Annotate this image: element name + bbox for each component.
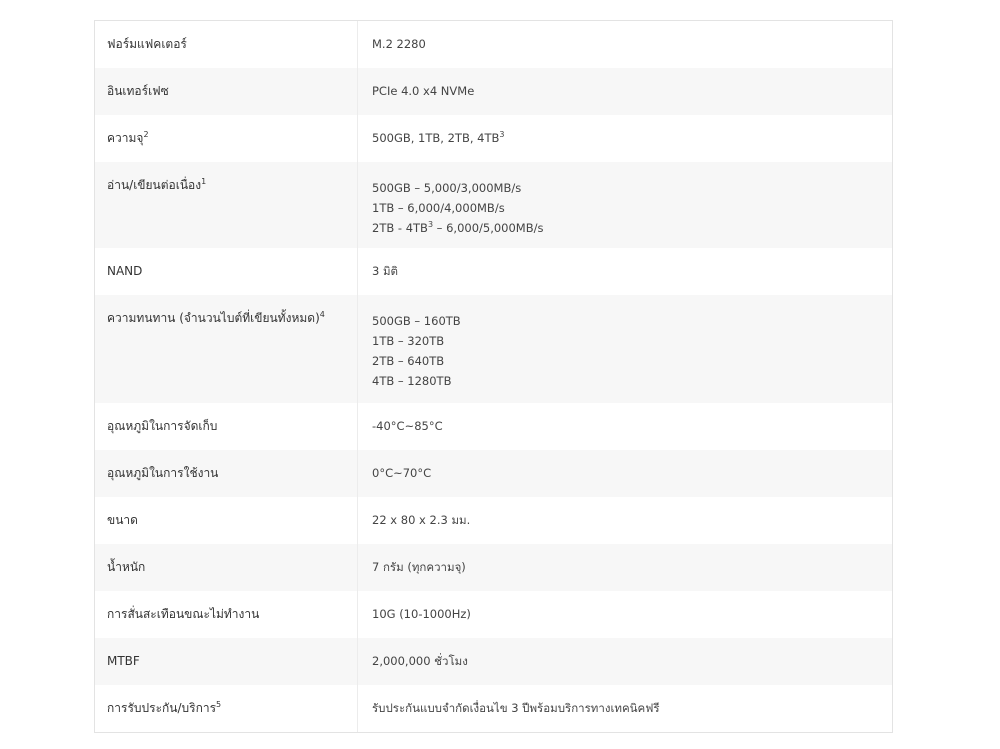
spec-label: อุณหภูมิในการจัดเก็บ bbox=[95, 403, 358, 450]
spec-value-text: 7 กรัม (ทุกความจุ) bbox=[372, 560, 466, 574]
spec-row: ความทนทาน (จำนวนไบต์ที่เขียนทั้งหมด)4 500… bbox=[95, 295, 892, 403]
spec-value: 2,000,000 ชั่วโมง bbox=[358, 638, 892, 685]
spec-value-text: – 6,000/5,000MB/s bbox=[433, 221, 544, 235]
spec-label: ขนาด bbox=[95, 497, 358, 544]
spec-label: น้ำหนัก bbox=[95, 544, 358, 591]
spec-label: NAND bbox=[95, 248, 358, 295]
spec-label-text: ความทนทาน (จำนวนไบต์ที่เขียนทั้งหมด) bbox=[107, 311, 320, 325]
spec-value: 500GB, 1TB, 2TB, 4TB3 bbox=[358, 115, 892, 162]
spec-label: อินเทอร์เฟซ bbox=[95, 68, 358, 115]
spec-value-text: 2TB - 4TB bbox=[372, 221, 428, 235]
spec-label-text: น้ำหนัก bbox=[107, 560, 146, 574]
spec-value-line: 500GB – 160TB bbox=[372, 311, 878, 331]
spec-value-line: 7 กรัม (ทุกความจุ) bbox=[372, 560, 878, 574]
spec-value-text: 4TB – 1280TB bbox=[372, 374, 452, 388]
spec-value-text: 10G (10-1000Hz) bbox=[372, 607, 471, 621]
spec-label: การรับประกัน/บริการ5 bbox=[95, 685, 358, 732]
spec-value: PCIe 4.0 x4 NVMe bbox=[358, 68, 892, 115]
spec-value: 500GB – 5,000/3,000MB/s 1TB – 6,000/4,000… bbox=[358, 162, 892, 248]
spec-label-text: อินเทอร์เฟซ bbox=[107, 84, 169, 98]
spec-value-line: 2TB - 4TB3 – 6,000/5,000MB/s bbox=[372, 218, 878, 238]
spec-value-text: 2,000,000 ชั่วโมง bbox=[372, 654, 468, 668]
spec-value: 7 กรัม (ทุกความจุ) bbox=[358, 544, 892, 591]
footnote-marker: 3 bbox=[499, 130, 505, 140]
spec-label: MTBF bbox=[95, 638, 358, 685]
spec-label: ฟอร์มแฟคเตอร์ bbox=[95, 21, 358, 68]
spec-row: ฟอร์มแฟคเตอร์ M.2 2280 bbox=[95, 21, 892, 68]
spec-label-text: ฟอร์มแฟคเตอร์ bbox=[107, 37, 187, 51]
spec-value-text: 500GB – 160TB bbox=[372, 314, 461, 328]
spec-row: น้ำหนัก 7 กรัม (ทุกความจุ) bbox=[95, 544, 892, 591]
spec-value-text: 2TB – 640TB bbox=[372, 354, 445, 368]
spec-row: การสั่นสะเทือนขณะไม่ทำงาน 10G (10-1000Hz) bbox=[95, 591, 892, 638]
spec-value-line: 500GB, 1TB, 2TB, 4TB3 bbox=[372, 131, 878, 145]
spec-value: รับประกันแบบจำกัดเงื่อนไข 3 ปีพร้อมบริกา… bbox=[358, 685, 892, 732]
spec-row: อ่าน/เขียนต่อเนื่อง1 500GB – 5,000/3,000M… bbox=[95, 162, 892, 248]
spec-value-text: 22 x 80 x 2.3 มม. bbox=[372, 513, 471, 527]
spec-label: ความจุ2 bbox=[95, 115, 358, 162]
footnote-marker: 2 bbox=[143, 130, 149, 139]
spec-label-text: การรับประกัน/บริการ bbox=[107, 701, 217, 715]
spec-label-text: NAND bbox=[107, 264, 143, 278]
spec-value: 10G (10-1000Hz) bbox=[358, 591, 892, 638]
spec-value-text: 1TB – 320TB bbox=[372, 334, 445, 348]
footnote-marker: 5 bbox=[216, 700, 222, 709]
spec-value-text: 3 มิติ bbox=[372, 264, 399, 278]
spec-value-text: 500GB – 5,000/3,000MB/s bbox=[372, 181, 522, 195]
spec-value-text: 500GB, 1TB, 2TB, 4TB bbox=[372, 131, 500, 145]
spec-label-text: ขนาด bbox=[107, 513, 138, 527]
spec-label-text: MTBF bbox=[107, 654, 140, 668]
spec-label-text: อุณหภูมิในการใช้งาน bbox=[107, 466, 219, 480]
spec-value-line: 3 มิติ bbox=[372, 264, 878, 278]
spec-value: 500GB – 160TB 1TB – 320TB 2TB – 640TB 4TB –… bbox=[358, 295, 892, 403]
spec-row: ขนาด 22 x 80 x 2.3 มม. bbox=[95, 497, 892, 544]
spec-value-line: -40°C~85°C bbox=[372, 419, 878, 433]
spec-value-text: M.2 2280 bbox=[372, 37, 426, 51]
spec-value: 22 x 80 x 2.3 มม. bbox=[358, 497, 892, 544]
spec-value-line: 500GB – 5,000/3,000MB/s bbox=[372, 178, 878, 198]
spec-row: MTBF 2,000,000 ชั่วโมง bbox=[95, 638, 892, 685]
spec-value-line: M.2 2280 bbox=[372, 37, 878, 51]
spec-value: 3 มิติ bbox=[358, 248, 892, 295]
spec-label-text: อ่าน/เขียนต่อเนื่อง bbox=[107, 178, 202, 192]
spec-value-text: PCIe 4.0 x4 NVMe bbox=[372, 84, 475, 98]
footnote-marker: 1 bbox=[201, 177, 207, 186]
spec-value-text: 0°C~70°C bbox=[372, 466, 432, 480]
spec-value-line: 1TB – 6,000/4,000MB/s bbox=[372, 198, 878, 218]
spec-value-line: 2,000,000 ชั่วโมง bbox=[372, 654, 878, 668]
spec-label: อ่าน/เขียนต่อเนื่อง1 bbox=[95, 162, 358, 248]
spec-value-text: รับประกันแบบจำกัดเงื่อนไข 3 ปีพร้อมบริกา… bbox=[372, 701, 660, 715]
spec-value-text: -40°C~85°C bbox=[372, 419, 443, 433]
spec-value: M.2 2280 bbox=[358, 21, 892, 68]
spec-value: 0°C~70°C bbox=[358, 450, 892, 497]
spec-label-text: ความจุ bbox=[107, 131, 144, 145]
spec-label: การสั่นสะเทือนขณะไม่ทำงาน bbox=[95, 591, 358, 638]
spec-row: อุณหภูมิในการจัดเก็บ -40°C~85°C bbox=[95, 403, 892, 450]
spec-value: -40°C~85°C bbox=[358, 403, 892, 450]
spec-row: อุณหภูมิในการใช้งาน 0°C~70°C bbox=[95, 450, 892, 497]
spec-row: NAND 3 มิติ bbox=[95, 248, 892, 295]
spec-value-line: 1TB – 320TB bbox=[372, 331, 878, 351]
footnote-marker: 4 bbox=[319, 310, 325, 319]
spec-value-line: 0°C~70°C bbox=[372, 466, 878, 480]
spec-value-line: 10G (10-1000Hz) bbox=[372, 607, 878, 621]
spec-row: อินเทอร์เฟซ PCIe 4.0 x4 NVMe bbox=[95, 68, 892, 115]
spec-value-line: 4TB – 1280TB bbox=[372, 371, 878, 391]
spec-value-line: 2TB – 640TB bbox=[372, 351, 878, 371]
spec-value-line: PCIe 4.0 x4 NVMe bbox=[372, 84, 878, 98]
spec-row: ความจุ2 500GB, 1TB, 2TB, 4TB3 bbox=[95, 115, 892, 162]
spec-table: ฟอร์มแฟคเตอร์ M.2 2280 อินเทอร์เฟซ PCIe 4.0… bbox=[94, 20, 893, 733]
spec-label-text: การสั่นสะเทือนขณะไม่ทำงาน bbox=[107, 607, 260, 621]
spec-value-line: 22 x 80 x 2.3 มม. bbox=[372, 513, 878, 527]
spec-label: อุณหภูมิในการใช้งาน bbox=[95, 450, 358, 497]
spec-label-text: อุณหภูมิในการจัดเก็บ bbox=[107, 419, 218, 433]
spec-label: ความทนทาน (จำนวนไบต์ที่เขียนทั้งหมด)4 bbox=[95, 295, 358, 403]
spec-value-line: รับประกันแบบจำกัดเงื่อนไข 3 ปีพร้อมบริกา… bbox=[372, 701, 878, 715]
spec-row: การรับประกัน/บริการ5 รับประกันแบบจำกัดเงื… bbox=[95, 685, 892, 732]
spec-value-text: 1TB – 6,000/4,000MB/s bbox=[372, 201, 505, 215]
